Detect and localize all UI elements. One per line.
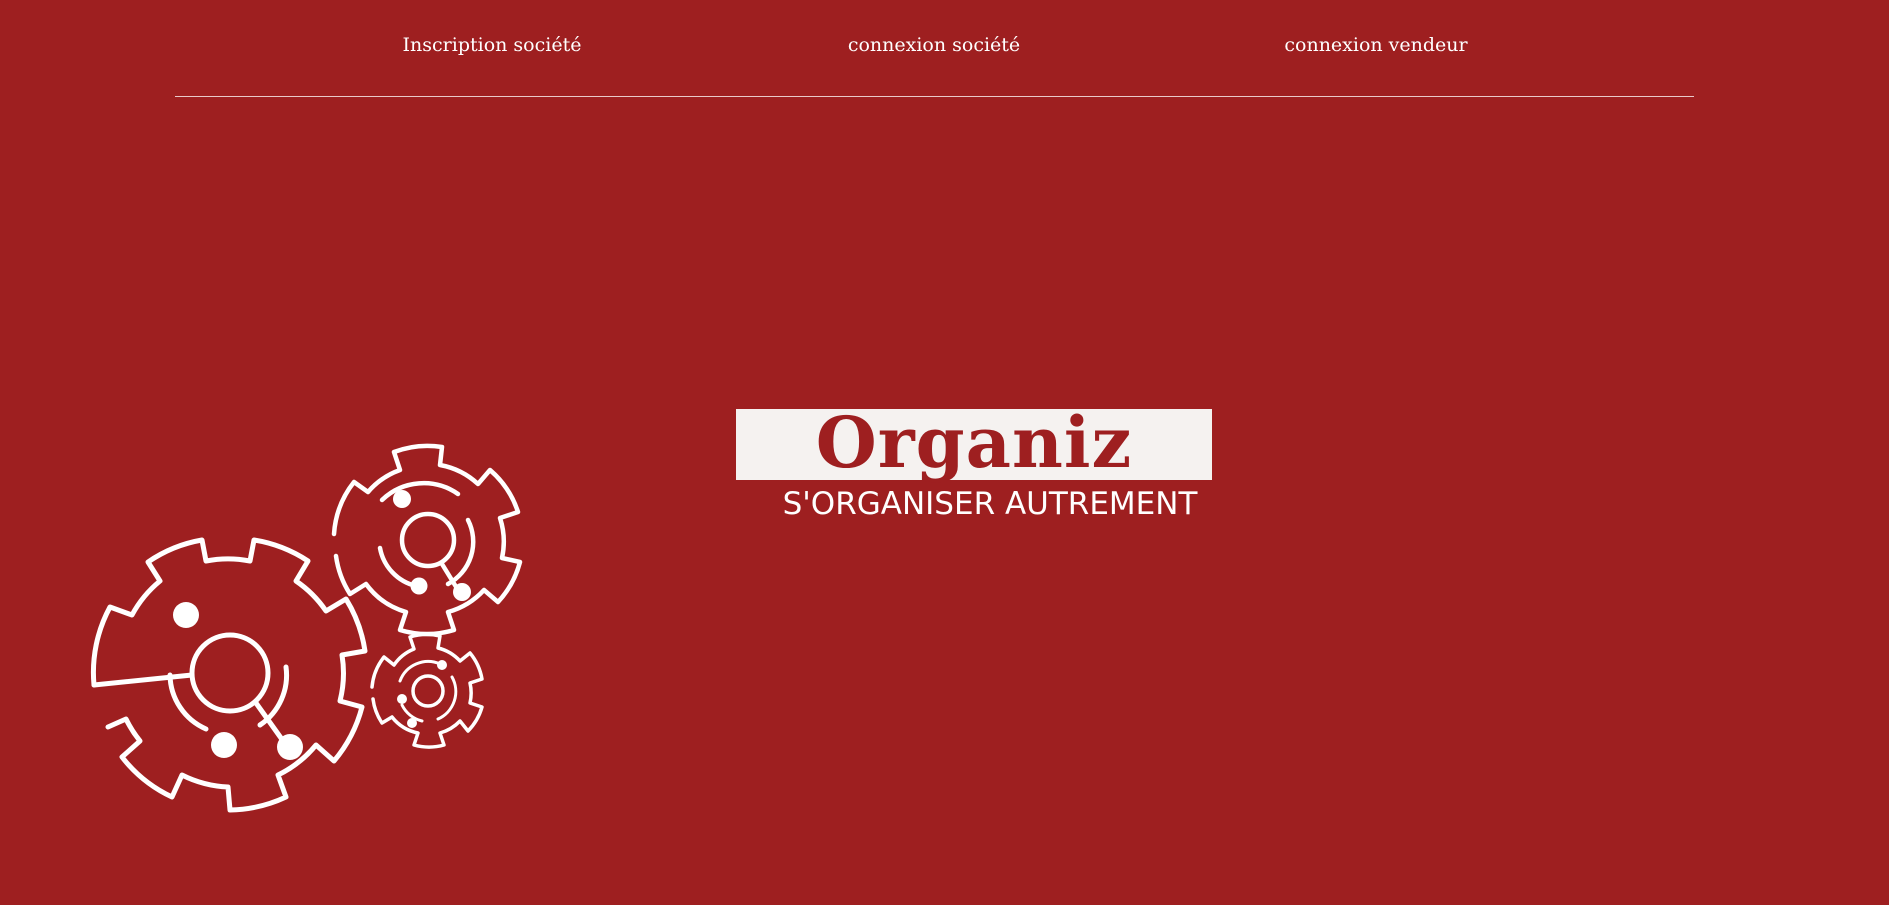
gears-icon [90,443,523,813]
connexion-societe-link[interactable]: connexion société [848,34,1020,56]
medium-gear-icon [331,443,523,637]
large-gear-icon [90,537,368,813]
top-navigation: Inscription société connexion société co… [0,0,1889,97]
logo-title: Organiz [815,401,1133,484]
small-gear-icon [370,632,484,749]
logo-box: Organiz [736,401,1212,484]
connexion-vendeur-link[interactable]: connexion vendeur [1284,34,1467,56]
inscription-societe-link[interactable]: Inscription société [403,34,582,56]
logo-tagline: S'ORGANISER AUTREMENT [782,486,1198,522]
nav-divider [175,96,1694,97]
